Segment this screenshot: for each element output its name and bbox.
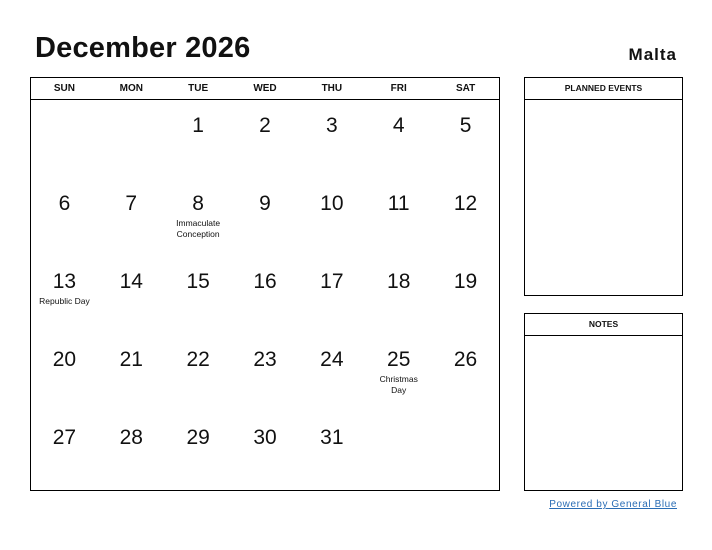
powered-by-link[interactable]: Powered by General Blue [549, 499, 677, 510]
day-cell[interactable]: 24 [298, 334, 365, 412]
weekday-mon: MON [119, 83, 143, 94]
day-number: 23 [253, 348, 277, 371]
day-cell[interactable]: 19 [432, 256, 499, 334]
day-cell[interactable]: 21 [98, 334, 165, 412]
day-number: 12 [453, 192, 478, 215]
day-cell[interactable]: 14 [98, 256, 165, 334]
day-number: 20 [52, 348, 77, 371]
day-number: 14 [119, 270, 143, 293]
day-cell[interactable]: 4 [365, 100, 432, 178]
day-cell[interactable]: 9 [232, 178, 299, 256]
day-number: 11 [387, 192, 410, 215]
day-cell[interactable]: 5 [432, 100, 499, 178]
day-number: 31 [320, 426, 344, 449]
day-cell[interactable]: 20 [31, 334, 98, 412]
day-cell [365, 412, 432, 490]
day-number: 21 [119, 348, 143, 371]
day-cell[interactable]: 28 [98, 412, 165, 490]
day-cell [31, 100, 98, 178]
day-number: 19 [453, 270, 478, 293]
day-number: 16 [253, 270, 277, 293]
weekday-header-row: SUN MON TUE WED THU FRI SAT [31, 78, 499, 100]
day-number: 25 [387, 348, 411, 371]
weekday-thu: THU [321, 83, 343, 94]
day-number: 2 [259, 114, 271, 137]
weekday-wed: WED [253, 83, 277, 94]
day-cell[interactable]: 27 [31, 412, 98, 490]
day-cell[interactable]: 13 Republic Day [31, 256, 98, 334]
day-number: 27 [52, 426, 77, 449]
day-cell[interactable]: 7 [98, 178, 165, 256]
day-number: 5 [459, 114, 472, 137]
day-number: 4 [392, 114, 405, 137]
day-cell[interactable]: 11 [365, 178, 432, 256]
country-label: Malta [628, 45, 677, 64]
day-cell[interactable]: 2 [232, 100, 299, 178]
day-number: 13 [52, 270, 77, 293]
day-cell[interactable]: 25 Christmas Day [365, 334, 432, 412]
day-number: 29 [186, 426, 210, 449]
day-number: 10 [320, 192, 344, 215]
day-cell[interactable]: 18 [365, 256, 432, 334]
day-number: 9 [259, 192, 271, 215]
day-cell[interactable]: 15 [165, 256, 232, 334]
day-number: 17 [320, 270, 344, 293]
day-number: 30 [253, 426, 277, 449]
planned-events-panel[interactable]: PLANNED EVENTS [524, 77, 683, 296]
day-number: 24 [320, 348, 344, 371]
notes-panel[interactable]: NOTES [524, 313, 683, 491]
weekday-fri: FRI [390, 83, 407, 94]
day-number: 7 [125, 192, 138, 215]
day-number: 15 [186, 270, 210, 293]
day-cell[interactable]: 6 [31, 178, 98, 256]
day-number: 3 [326, 114, 338, 137]
day-cell[interactable]: 16 [232, 256, 299, 334]
day-cell[interactable]: 10 [298, 178, 365, 256]
day-number: 8 [192, 192, 204, 215]
day-number: 6 [58, 192, 71, 215]
day-cells: 1 2 3 4 5 6 7 8 Immaculate Conception 9 10 11 12 13 Re… [31, 100, 499, 490]
day-cell[interactable]: 29 [165, 412, 232, 490]
planned-events-header: PLANNED EVENTS [525, 78, 682, 100]
day-number: 1 [192, 114, 204, 137]
holiday-label: Christmas Day [379, 374, 418, 395]
weekday-sat: SAT [455, 83, 476, 94]
day-number: 22 [186, 348, 210, 371]
day-cell[interactable]: 26 [432, 334, 499, 412]
day-cell [432, 412, 499, 490]
day-cell[interactable]: 22 [165, 334, 232, 412]
page-title: December 2026 [35, 32, 251, 64]
day-cell[interactable]: 8 Immaculate Conception [165, 178, 232, 256]
day-cell[interactable]: 23 [232, 334, 299, 412]
day-cell[interactable]: 17 [298, 256, 365, 334]
day-number: 18 [387, 270, 411, 293]
day-cell [98, 100, 165, 178]
day-cell[interactable]: 31 [298, 412, 365, 490]
holiday-label: Immaculate Conception [176, 218, 221, 239]
notes-header: NOTES [525, 314, 682, 336]
calendar-grid: SUN MON TUE WED THU FRI SAT 1 2 3 4 5 6 7 8 Imma… [30, 77, 500, 491]
holiday-label: Republic Day [39, 296, 90, 306]
weekday-tue: TUE [188, 83, 209, 94]
day-cell[interactable]: 1 [165, 100, 232, 178]
day-number: 28 [119, 426, 143, 449]
day-cell[interactable]: 12 [432, 178, 499, 256]
day-cell[interactable]: 3 [298, 100, 365, 178]
weekday-sun: SUN [53, 83, 75, 94]
day-number: 26 [453, 348, 478, 371]
day-cell[interactable]: 30 [232, 412, 299, 490]
